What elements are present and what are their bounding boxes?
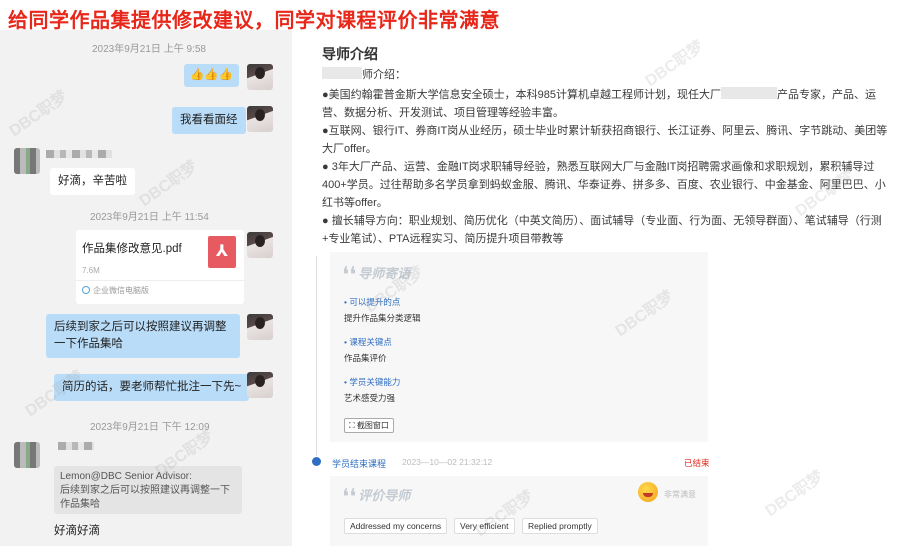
- timeline-line: [316, 256, 317, 456]
- intro-paragraph-1: ●美国约翰霍普金斯大学信息安全硕士，本科985计算机卓越工程师计划，现任大厂 产品…: [322, 86, 892, 122]
- file-card[interactable]: 作品集修改意见.pdf 7.6M ⅄ 企业微信电脑版: [76, 230, 244, 304]
- quoted-message[interactable]: Lemon@DBC Senior Advisor: 后续到家之后可以按照建议再调…: [54, 466, 242, 514]
- advisor-avatar[interactable]: [247, 106, 273, 132]
- notes-item-label: • 可以提升的点: [344, 297, 401, 307]
- chat-bubble-adjust[interactable]: 后续到家之后可以按照建议再调整一下作品集哈: [46, 314, 240, 358]
- chat-timestamp: 2023年9月21日 上午 9:58: [92, 44, 206, 55]
- mentor-intro-panel: 导师介绍 师介绍： ●美国约翰霍普金斯大学信息安全硕士，本科985计算机卓越工程…: [306, 30, 900, 250]
- quote-author: Lemon@DBC Senior Advisor:: [60, 471, 192, 482]
- event-status: 已结束: [684, 458, 710, 468]
- file-name: 作品集修改意见.pdf: [82, 243, 182, 255]
- chat-panel[interactable]: 2023年9月21日 上午 9:58 👍👍👍 我看看面经 好滴，辛苦啦 2023…: [0, 30, 292, 546]
- intro-label: 师介绍：: [362, 69, 406, 81]
- review-tag[interactable]: Addressed my concerns: [344, 518, 448, 534]
- chat-timestamp: 2023年9月21日 上午 11:54: [90, 212, 209, 223]
- mentor-notes-title: ❛❛ 导师寄语: [342, 262, 411, 287]
- student-avatar[interactable]: [14, 442, 40, 468]
- chat-bubble-reply[interactable]: 好滴好滴: [50, 520, 104, 543]
- quote-icon: ❛❛: [342, 484, 357, 509]
- notes-item-label: • 课程关键点: [344, 337, 392, 347]
- review-tag[interactable]: Very efficient: [454, 518, 515, 534]
- mentor-notes-card: ❛❛ 导师寄语 • 可以提升的点 提升作品集分类逻辑 • 课程关键点 作品集评价 …: [330, 252, 708, 442]
- notes-item-value: 作品集评价: [344, 353, 387, 363]
- screenshot-icon: ⛶: [349, 421, 357, 430]
- event-time: 2023—10—02 21:32:12: [402, 457, 493, 467]
- student-name-masked: [58, 442, 94, 450]
- chat-bubble-reply[interactable]: 好滴，辛苦啦: [50, 168, 135, 195]
- student-avatar[interactable]: [14, 148, 40, 174]
- rating-label: 非常满意: [664, 490, 696, 499]
- file-source: 企业微信电脑版: [82, 285, 149, 296]
- divider: [76, 280, 244, 281]
- wecom-icon: [82, 286, 90, 294]
- quote-text: 后续到家之后可以按照建议再调整一下作品集哈: [60, 485, 230, 510]
- notes-item-value: 艺术感受力强: [344, 393, 396, 403]
- timeline-dot: [312, 457, 321, 466]
- chat-bubble-resume[interactable]: 简历的话，要老师帮忙批注一下先~: [54, 374, 250, 401]
- intro-paragraph-2: ●互联网、银行IT、券商IT岗从业经历，硕士毕业时累计斩获招商银行、长江证券、阿…: [322, 125, 888, 155]
- masked-name: [322, 67, 362, 79]
- advisor-avatar[interactable]: [247, 372, 273, 398]
- intro-paragraph-3: ● 3年大厂产品、运营、金融IT岗求职辅导经验，熟悉互联网大厂与金融IT岗招聘需…: [322, 161, 886, 209]
- headline: 给同学作品集提供修改建议，同学对课程评价非常满意: [8, 10, 500, 32]
- pdf-icon: ⅄: [208, 236, 236, 268]
- review-title: ❛❛ 评价导师: [342, 484, 411, 509]
- chat-bubble-emoji[interactable]: 👍👍👍: [184, 64, 239, 87]
- advisor-avatar[interactable]: [247, 232, 273, 258]
- file-source-label: 企业微信电脑版: [93, 286, 149, 295]
- intro-paragraph-4: ● 擅长辅导方向：职业规划、简历优化（中英文简历）、面试辅导（专业面、行为面、无…: [322, 215, 882, 245]
- review-card: ❛❛ 评价导师 非常满意 Addressed my concerns Very e…: [330, 476, 708, 546]
- intro-p1: ●美国约翰霍普金斯大学信息安全硕士，本科985计算机卓越工程师计划，现任大厂: [322, 89, 721, 101]
- advisor-avatar[interactable]: [247, 64, 273, 90]
- file-size: 7.6M: [82, 266, 100, 275]
- quote-icon: ❛❛: [342, 262, 357, 287]
- screenshot-window-button[interactable]: ⛶ 截图窗口: [344, 418, 394, 433]
- mentor-intro-label: 师介绍：: [322, 66, 892, 84]
- watermark: DBC职梦: [762, 467, 827, 521]
- advisor-avatar[interactable]: [247, 314, 273, 340]
- mentor-intro-title: 导师介绍: [322, 46, 378, 62]
- chat-timestamp: 2023年9月21日 下午 12:09: [90, 422, 210, 433]
- smile-emoji-icon: [638, 482, 658, 502]
- notes-item-label: • 学员关键能力: [344, 377, 401, 387]
- student-name-masked: [46, 150, 112, 158]
- chat-bubble-look[interactable]: 我看看面经: [172, 107, 246, 134]
- masked-company: [721, 87, 777, 99]
- notes-item-value: 提升作品集分类逻辑: [344, 313, 421, 323]
- review-tag[interactable]: Replied promptly: [522, 518, 598, 534]
- event-label: 学员结束课程: [332, 459, 387, 469]
